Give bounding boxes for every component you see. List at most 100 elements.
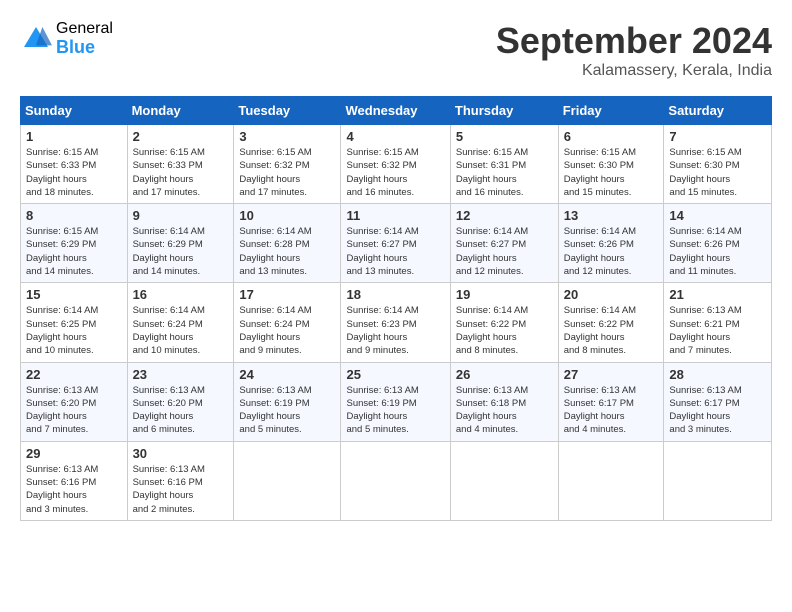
day-info: Sunrise: 6:13 AM Sunset: 6:21 PM Dayligh… bbox=[669, 304, 766, 357]
day-info: Sunrise: 6:15 AM Sunset: 6:29 PM Dayligh… bbox=[26, 225, 122, 278]
day-info: Sunrise: 6:14 AM Sunset: 6:25 PM Dayligh… bbox=[26, 304, 122, 357]
day-info: Sunrise: 6:13 AM Sunset: 6:16 PM Dayligh… bbox=[26, 463, 122, 516]
table-row: 5 Sunrise: 6:15 AM Sunset: 6:31 PM Dayli… bbox=[450, 125, 558, 204]
day-info: Sunrise: 6:15 AM Sunset: 6:32 PM Dayligh… bbox=[239, 146, 335, 199]
logo: General Blue bbox=[20, 20, 113, 57]
col-sunday: Sunday bbox=[21, 97, 128, 125]
day-number: 8 bbox=[26, 208, 122, 223]
table-row bbox=[450, 441, 558, 520]
logo-text: General Blue bbox=[56, 20, 113, 57]
day-number: 22 bbox=[26, 367, 122, 382]
table-row: 2 Sunrise: 6:15 AM Sunset: 6:33 PM Dayli… bbox=[127, 125, 234, 204]
table-row: 23 Sunrise: 6:13 AM Sunset: 6:20 PM Dayl… bbox=[127, 362, 234, 441]
table-row: 16 Sunrise: 6:14 AM Sunset: 6:24 PM Dayl… bbox=[127, 283, 234, 362]
table-row: 21 Sunrise: 6:13 AM Sunset: 6:21 PM Dayl… bbox=[664, 283, 772, 362]
day-number: 23 bbox=[133, 367, 229, 382]
day-number: 26 bbox=[456, 367, 553, 382]
table-row: 12 Sunrise: 6:14 AM Sunset: 6:27 PM Dayl… bbox=[450, 204, 558, 283]
day-info: Sunrise: 6:13 AM Sunset: 6:20 PM Dayligh… bbox=[26, 384, 122, 437]
table-row bbox=[558, 441, 664, 520]
day-number: 9 bbox=[133, 208, 229, 223]
day-number: 12 bbox=[456, 208, 553, 223]
day-number: 11 bbox=[346, 208, 444, 223]
table-row: 7 Sunrise: 6:15 AM Sunset: 6:30 PM Dayli… bbox=[664, 125, 772, 204]
table-row: 17 Sunrise: 6:14 AM Sunset: 6:24 PM Dayl… bbox=[234, 283, 341, 362]
col-thursday: Thursday bbox=[450, 97, 558, 125]
table-row: 20 Sunrise: 6:14 AM Sunset: 6:22 PM Dayl… bbox=[558, 283, 664, 362]
table-row: 15 Sunrise: 6:14 AM Sunset: 6:25 PM Dayl… bbox=[21, 283, 128, 362]
col-wednesday: Wednesday bbox=[341, 97, 450, 125]
day-info: Sunrise: 6:15 AM Sunset: 6:33 PM Dayligh… bbox=[133, 146, 229, 199]
table-row: 3 Sunrise: 6:15 AM Sunset: 6:32 PM Dayli… bbox=[234, 125, 341, 204]
day-number: 6 bbox=[564, 129, 659, 144]
table-row: 24 Sunrise: 6:13 AM Sunset: 6:19 PM Dayl… bbox=[234, 362, 341, 441]
table-row: 1 Sunrise: 6:15 AM Sunset: 6:33 PM Dayli… bbox=[21, 125, 128, 204]
day-info: Sunrise: 6:14 AM Sunset: 6:24 PM Dayligh… bbox=[239, 304, 335, 357]
day-number: 13 bbox=[564, 208, 659, 223]
day-number: 18 bbox=[346, 287, 444, 302]
col-friday: Friday bbox=[558, 97, 664, 125]
col-saturday: Saturday bbox=[664, 97, 772, 125]
table-row bbox=[341, 441, 450, 520]
day-info: Sunrise: 6:13 AM Sunset: 6:19 PM Dayligh… bbox=[346, 384, 444, 437]
day-number: 19 bbox=[456, 287, 553, 302]
day-number: 29 bbox=[26, 446, 122, 461]
table-row: 8 Sunrise: 6:15 AM Sunset: 6:29 PM Dayli… bbox=[21, 204, 128, 283]
day-info: Sunrise: 6:14 AM Sunset: 6:29 PM Dayligh… bbox=[133, 225, 229, 278]
calendar-table: Sunday Monday Tuesday Wednesday Thursday… bbox=[20, 96, 772, 521]
day-number: 3 bbox=[239, 129, 335, 144]
title-block: September 2024 Kalamassery, Kerala, Indi… bbox=[496, 20, 772, 80]
day-number: 2 bbox=[133, 129, 229, 144]
table-row bbox=[664, 441, 772, 520]
month-title: September 2024 bbox=[496, 20, 772, 62]
day-info: Sunrise: 6:14 AM Sunset: 6:26 PM Dayligh… bbox=[669, 225, 766, 278]
day-number: 16 bbox=[133, 287, 229, 302]
day-number: 5 bbox=[456, 129, 553, 144]
table-row: 9 Sunrise: 6:14 AM Sunset: 6:29 PM Dayli… bbox=[127, 204, 234, 283]
table-row: 25 Sunrise: 6:13 AM Sunset: 6:19 PM Dayl… bbox=[341, 362, 450, 441]
day-info: Sunrise: 6:13 AM Sunset: 6:19 PM Dayligh… bbox=[239, 384, 335, 437]
day-number: 21 bbox=[669, 287, 766, 302]
day-number: 30 bbox=[133, 446, 229, 461]
day-info: Sunrise: 6:15 AM Sunset: 6:33 PM Dayligh… bbox=[26, 146, 122, 199]
table-row: 11 Sunrise: 6:14 AM Sunset: 6:27 PM Dayl… bbox=[341, 204, 450, 283]
calendar-week-row: 8 Sunrise: 6:15 AM Sunset: 6:29 PM Dayli… bbox=[21, 204, 772, 283]
table-row: 29 Sunrise: 6:13 AM Sunset: 6:16 PM Dayl… bbox=[21, 441, 128, 520]
table-row: 22 Sunrise: 6:13 AM Sunset: 6:20 PM Dayl… bbox=[21, 362, 128, 441]
day-info: Sunrise: 6:15 AM Sunset: 6:31 PM Dayligh… bbox=[456, 146, 553, 199]
col-tuesday: Tuesday bbox=[234, 97, 341, 125]
table-row: 30 Sunrise: 6:13 AM Sunset: 6:16 PM Dayl… bbox=[127, 441, 234, 520]
col-monday: Monday bbox=[127, 97, 234, 125]
day-info: Sunrise: 6:13 AM Sunset: 6:17 PM Dayligh… bbox=[564, 384, 659, 437]
day-info: Sunrise: 6:15 AM Sunset: 6:30 PM Dayligh… bbox=[669, 146, 766, 199]
day-info: Sunrise: 6:14 AM Sunset: 6:28 PM Dayligh… bbox=[239, 225, 335, 278]
table-row: 13 Sunrise: 6:14 AM Sunset: 6:26 PM Dayl… bbox=[558, 204, 664, 283]
day-number: 7 bbox=[669, 129, 766, 144]
day-info: Sunrise: 6:13 AM Sunset: 6:17 PM Dayligh… bbox=[669, 384, 766, 437]
day-number: 1 bbox=[26, 129, 122, 144]
calendar-week-row: 22 Sunrise: 6:13 AM Sunset: 6:20 PM Dayl… bbox=[21, 362, 772, 441]
calendar-week-row: 15 Sunrise: 6:14 AM Sunset: 6:25 PM Dayl… bbox=[21, 283, 772, 362]
location: Kalamassery, Kerala, India bbox=[496, 62, 772, 80]
day-number: 20 bbox=[564, 287, 659, 302]
table-row: 18 Sunrise: 6:14 AM Sunset: 6:23 PM Dayl… bbox=[341, 283, 450, 362]
day-number: 4 bbox=[346, 129, 444, 144]
table-row: 19 Sunrise: 6:14 AM Sunset: 6:22 PM Dayl… bbox=[450, 283, 558, 362]
day-number: 28 bbox=[669, 367, 766, 382]
calendar-week-row: 29 Sunrise: 6:13 AM Sunset: 6:16 PM Dayl… bbox=[21, 441, 772, 520]
day-info: Sunrise: 6:15 AM Sunset: 6:30 PM Dayligh… bbox=[564, 146, 659, 199]
table-row: 10 Sunrise: 6:14 AM Sunset: 6:28 PM Dayl… bbox=[234, 204, 341, 283]
day-info: Sunrise: 6:14 AM Sunset: 6:24 PM Dayligh… bbox=[133, 304, 229, 357]
day-number: 14 bbox=[669, 208, 766, 223]
day-number: 17 bbox=[239, 287, 335, 302]
day-info: Sunrise: 6:14 AM Sunset: 6:26 PM Dayligh… bbox=[564, 225, 659, 278]
day-number: 25 bbox=[346, 367, 444, 382]
day-info: Sunrise: 6:14 AM Sunset: 6:27 PM Dayligh… bbox=[346, 225, 444, 278]
calendar-header-row: Sunday Monday Tuesday Wednesday Thursday… bbox=[21, 97, 772, 125]
day-info: Sunrise: 6:13 AM Sunset: 6:18 PM Dayligh… bbox=[456, 384, 553, 437]
table-row: 26 Sunrise: 6:13 AM Sunset: 6:18 PM Dayl… bbox=[450, 362, 558, 441]
logo-general: General bbox=[56, 20, 113, 38]
day-number: 10 bbox=[239, 208, 335, 223]
day-info: Sunrise: 6:14 AM Sunset: 6:23 PM Dayligh… bbox=[346, 304, 444, 357]
table-row: 6 Sunrise: 6:15 AM Sunset: 6:30 PM Dayli… bbox=[558, 125, 664, 204]
